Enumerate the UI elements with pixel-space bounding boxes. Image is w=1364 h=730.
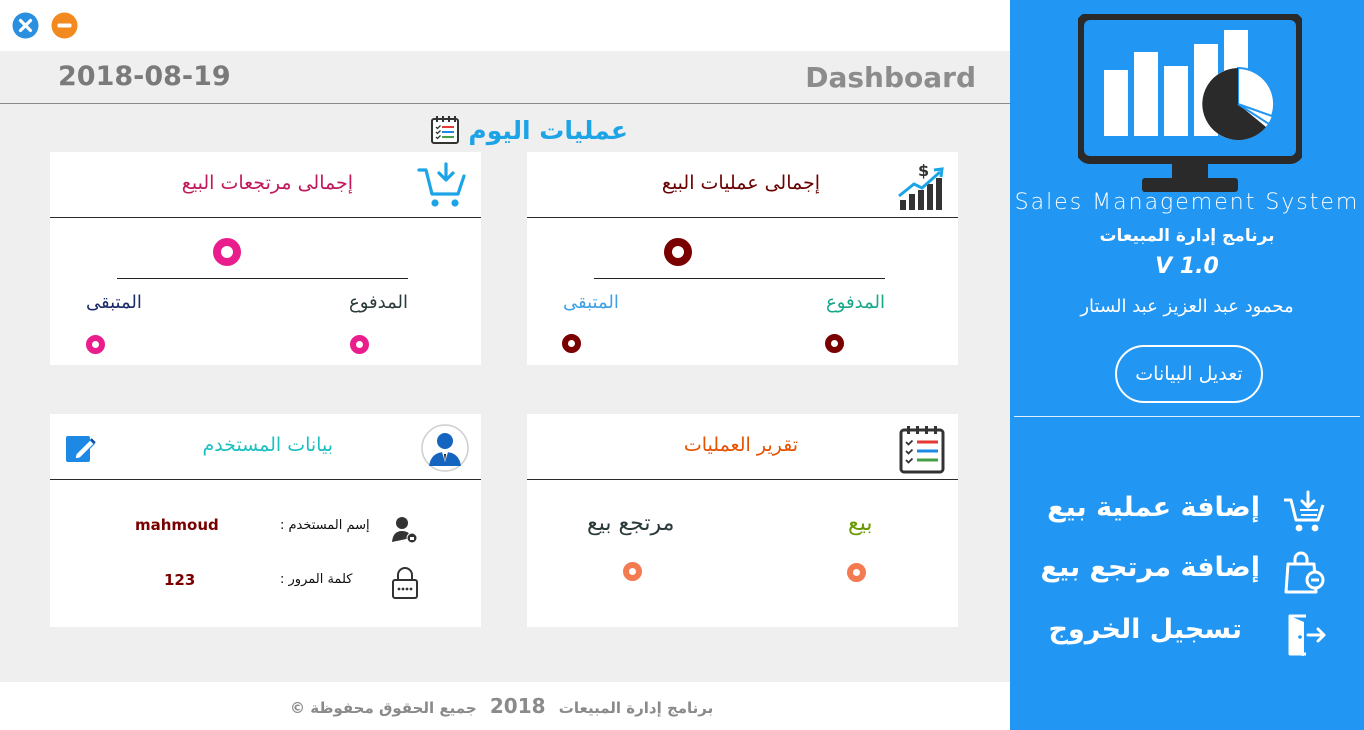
report-checklist-icon — [899, 426, 945, 474]
minimize-circle-icon — [51, 12, 78, 39]
footer-rights: جميع الحقوق محفوظة — [310, 699, 477, 717]
user-data-title: بيانات المستخدم — [202, 434, 333, 456]
sales-paid-label: المدفوع — [826, 292, 885, 313]
sales-chart-icon: $ — [898, 161, 944, 210]
sales-remaining-indicator — [562, 334, 581, 353]
divider — [594, 278, 885, 279]
returns-total-card: إجمالى مرتجعات البيع المدفوع المتبقى — [50, 152, 481, 365]
add-return-label: إضافة مرتجع بيع — [1040, 552, 1261, 583]
logout-label: تسجيل الخروج — [1048, 614, 1242, 645]
report-sale-indicator — [847, 563, 866, 582]
operations-report-card: تقرير العمليات بيع مرتجع بيع — [527, 414, 958, 627]
sales-total-header: إجمالى عمليات البيع $ — [527, 152, 958, 218]
divider — [117, 278, 408, 279]
user-data-header: بيانات المستخدم — [50, 414, 481, 480]
returns-paid-indicator — [350, 335, 369, 354]
sales-remaining-label: المتبقى — [563, 292, 619, 313]
logout-button[interactable]: تسجيل الخروج — [1010, 608, 1364, 658]
app-name-english: Sales Management System — [1014, 190, 1360, 215]
today-operations-label: عمليات اليوم — [468, 115, 628, 145]
sidebar: Sales Management System برنامج إدارة الم… — [1010, 0, 1364, 730]
author-name: محمود عبد العزيز عبد الستار — [1080, 296, 1294, 317]
footer: © برنامج إدارة المبيعات 2018 جميع الحقوق… — [0, 682, 1010, 730]
footer-copyright: © برنامج إدارة المبيعات 2018 جميع الحقوق… — [290, 694, 713, 718]
returns-total-indicator — [213, 238, 241, 266]
logout-door-icon — [1288, 614, 1326, 656]
user-lock-icon — [392, 517, 418, 544]
app-name-arabic: برنامج إدارة المبيعات — [1099, 226, 1275, 246]
minimize-button[interactable] — [51, 12, 78, 39]
footer-year: 2018 — [489, 694, 546, 718]
close-circle-icon — [12, 12, 39, 39]
username-value: mahmoud — [135, 516, 219, 534]
password-lock-icon — [392, 567, 418, 599]
edit-data-button[interactable]: تعديل البيانات — [1115, 345, 1263, 403]
username-label: إسم المستخدم : — [280, 518, 370, 533]
svg-text:$: $ — [918, 161, 929, 180]
shopping-bag-return-icon — [1284, 551, 1325, 594]
user-data-card: بيانات المستخدم إسم المستخدم : mahmoud ك… — [50, 414, 481, 627]
returns-remaining-indicator — [86, 335, 105, 354]
sales-total-card: إجمالى عمليات البيع $ المدفوع المتبقى — [527, 152, 958, 365]
add-sale-label: إضافة عملية بيع — [1047, 492, 1260, 523]
report-return-label: مرتجع بيع — [587, 511, 675, 536]
operations-report-header: تقرير العمليات — [527, 414, 958, 480]
dashboard-panel: 2018-08-19 Dashboard عمليات اليوم إجمالى… — [0, 51, 1010, 682]
add-sale-button[interactable]: إضافة عملية بيع — [1010, 486, 1364, 536]
cart-add-icon — [1284, 490, 1325, 532]
close-button[interactable] — [12, 12, 39, 39]
password-label: كلمة المرور : — [280, 572, 353, 587]
password-value: 123 — [164, 571, 196, 589]
page-title: Dashboard — [805, 61, 976, 94]
edit-pencil-icon[interactable] — [64, 432, 98, 466]
returns-total-header: إجمالى مرتجعات البيع — [50, 152, 481, 218]
app-version: V 1.0 — [1155, 254, 1219, 279]
sales-total-indicator — [664, 238, 692, 266]
returns-total-title: إجمالى مرتجعات البيع — [181, 172, 353, 194]
monitor-chart-logo-icon — [1078, 14, 1302, 192]
user-avatar-icon — [421, 424, 469, 472]
dashboard-topbar: 2018-08-19 Dashboard — [0, 51, 1010, 104]
returns-remaining-label: المتبقى — [86, 292, 142, 313]
current-date: 2018-08-19 — [58, 61, 231, 92]
report-sale-label: بيع — [848, 511, 873, 536]
cart-download-icon — [417, 162, 466, 207]
sidebar-divider — [1014, 416, 1360, 417]
returns-paid-label: المدفوع — [349, 292, 408, 313]
checklist-icon — [431, 116, 460, 144]
report-return-indicator — [623, 562, 642, 581]
sales-paid-indicator — [825, 334, 844, 353]
sales-total-title: إجمالى عمليات البيع — [661, 172, 820, 194]
today-operations-heading: عمليات اليوم — [408, 113, 628, 147]
add-return-button[interactable]: إضافة مرتجع بيع — [1010, 546, 1364, 596]
operations-report-title: تقرير العمليات — [683, 434, 798, 456]
